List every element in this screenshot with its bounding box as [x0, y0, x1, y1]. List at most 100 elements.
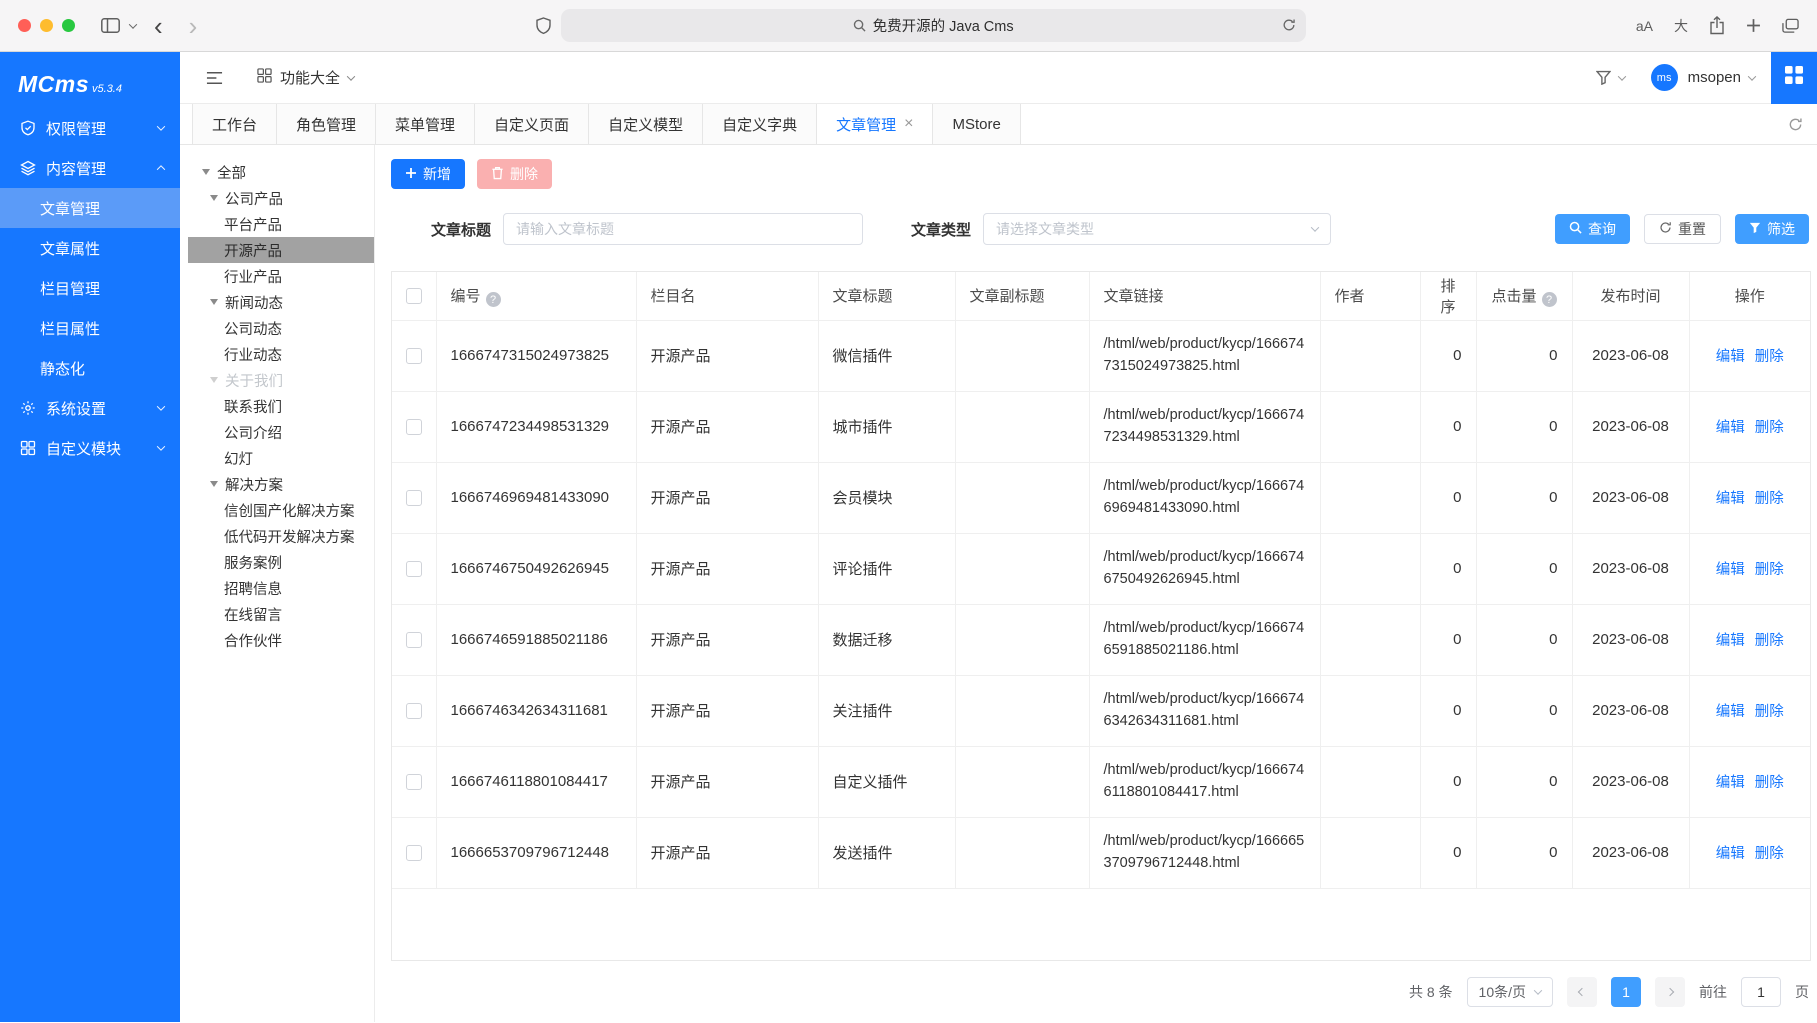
edit-link[interactable]: 编辑 — [1716, 775, 1745, 791]
column-header[interactable]: 栏目名 — [636, 272, 818, 320]
tree-node[interactable]: 信创国产化解决方案 — [180, 497, 374, 523]
search-button[interactable]: 查询 — [1555, 214, 1630, 244]
edit-link[interactable]: 编辑 — [1716, 420, 1745, 436]
tree-node[interactable]: 平台产品 — [180, 211, 374, 237]
sidebar-item[interactable]: 内容管理 — [0, 148, 180, 188]
sidebar-subitem[interactable]: 文章管理 — [0, 188, 180, 228]
tab[interactable]: MStore — [933, 104, 1020, 144]
tree-node[interactable]: 行业动态 — [180, 341, 374, 367]
app-menu[interactable]: 功能大全 — [257, 67, 354, 88]
delete-link[interactable]: 删除 — [1755, 562, 1784, 578]
sidebar-subitem[interactable]: 静态化 — [0, 348, 180, 388]
username[interactable]: msopen — [1688, 69, 1741, 86]
avatar[interactable]: ms — [1651, 64, 1678, 91]
delete-button[interactable]: 删除 — [477, 159, 552, 189]
row-checkbox[interactable] — [406, 774, 422, 790]
tab[interactable]: 自定义字典 — [703, 104, 817, 144]
next-page-button[interactable] — [1655, 977, 1685, 1007]
tree-node[interactable]: 公司介绍 — [180, 419, 374, 445]
new-tab-icon[interactable] — [1746, 18, 1761, 33]
tree-expand-icon[interactable] — [210, 481, 218, 487]
row-checkbox[interactable] — [406, 845, 422, 861]
tree-node[interactable]: 在线留言 — [180, 601, 374, 627]
sidebar-subitem[interactable]: 栏目属性 — [0, 308, 180, 348]
sidebar-item[interactable]: 自定义模块 — [0, 428, 180, 468]
address-bar[interactable]: 免费开源的 Java Cms — [561, 9, 1306, 42]
tab[interactable]: 工作台 — [192, 104, 277, 144]
select-all-checkbox[interactable] — [406, 288, 422, 304]
tree-node[interactable]: 低代码开发解决方案 — [180, 523, 374, 549]
apps-launcher-button[interactable] — [1771, 52, 1817, 104]
text-size-icon[interactable]: aA — [1636, 18, 1653, 34]
tab-overview-icon[interactable] — [1782, 18, 1799, 34]
row-checkbox[interactable] — [406, 490, 422, 506]
goto-page-input[interactable] — [1741, 977, 1781, 1007]
delete-link[interactable]: 删除 — [1755, 775, 1784, 791]
reload-icon[interactable] — [1282, 18, 1296, 36]
tree-node[interactable]: 合作伙伴 — [180, 627, 374, 653]
help-icon[interactable]: ? — [486, 292, 501, 307]
tree-node[interactable]: 招聘信息 — [180, 575, 374, 601]
tree-expand-icon[interactable] — [210, 377, 218, 383]
row-checkbox[interactable] — [406, 703, 422, 719]
tree-node[interactable]: 服务案例 — [180, 549, 374, 575]
filter-button[interactable]: 筛选 — [1735, 214, 1809, 244]
minimize-window-button[interactable] — [40, 19, 53, 32]
sidebar-subitem[interactable]: 栏目管理 — [0, 268, 180, 308]
translate-icon[interactable]: 大 — [1674, 16, 1688, 36]
theme-filter-icon[interactable] — [1596, 70, 1611, 85]
zoom-window-button[interactable] — [62, 19, 75, 32]
column-header[interactable]: 点击量? — [1476, 272, 1572, 320]
delete-link[interactable]: 删除 — [1755, 349, 1784, 365]
tree-node[interactable]: 行业产品 — [180, 263, 374, 289]
tab[interactable]: 菜单管理 — [376, 104, 475, 144]
tab[interactable]: 角色管理 — [277, 104, 376, 144]
tree-node[interactable]: 新闻动态 — [180, 289, 374, 315]
column-header[interactable]: 文章标题 — [818, 272, 955, 320]
tab[interactable]: 自定义页面 — [475, 104, 589, 144]
sidebar-item[interactable]: 权限管理 — [0, 108, 180, 148]
title-filter-input[interactable] — [503, 213, 863, 245]
edit-link[interactable]: 编辑 — [1716, 562, 1745, 578]
row-checkbox[interactable] — [406, 419, 422, 435]
prev-page-button[interactable] — [1567, 977, 1597, 1007]
reset-button[interactable]: 重置 — [1644, 214, 1721, 244]
refresh-tabs-icon[interactable] — [1788, 104, 1803, 144]
column-header[interactable]: 编号? — [436, 272, 636, 320]
edit-link[interactable]: 编辑 — [1716, 704, 1745, 720]
sidebar-item[interactable]: 系统设置 — [0, 388, 180, 428]
column-header[interactable]: 作者 — [1320, 272, 1420, 320]
row-checkbox[interactable] — [406, 561, 422, 577]
column-header[interactable]: 文章副标题 — [955, 272, 1089, 320]
tree-node[interactable]: 联系我们 — [180, 393, 374, 419]
edit-link[interactable]: 编辑 — [1716, 633, 1745, 649]
column-header[interactable]: 发布时间 — [1572, 272, 1689, 320]
column-header[interactable]: 排序 — [1420, 272, 1476, 320]
browser-sidebar-toggle-icon[interactable] — [101, 18, 120, 33]
tree-node[interactable]: 公司动态 — [180, 315, 374, 341]
tree-node[interactable]: 全部 — [180, 159, 374, 185]
privacy-shield-icon[interactable] — [536, 17, 551, 35]
tree-node[interactable]: 公司产品 — [180, 185, 374, 211]
page-size-select[interactable]: 10条/页 — [1467, 977, 1553, 1007]
edit-link[interactable]: 编辑 — [1716, 491, 1745, 507]
tree-expand-icon[interactable] — [202, 169, 210, 175]
delete-link[interactable]: 删除 — [1755, 846, 1784, 862]
type-filter-select[interactable]: 请选择文章类型 — [983, 213, 1331, 245]
column-header[interactable]: 文章链接 — [1089, 272, 1320, 320]
add-button[interactable]: 新增 — [391, 159, 465, 189]
delete-link[interactable]: 删除 — [1755, 491, 1784, 507]
edit-link[interactable]: 编辑 — [1716, 349, 1745, 365]
close-icon[interactable]: × — [904, 116, 913, 132]
tree-node[interactable]: 解决方案 — [180, 471, 374, 497]
close-window-button[interactable] — [18, 19, 31, 32]
back-button[interactable]: ‹ — [146, 13, 171, 39]
delete-link[interactable]: 删除 — [1755, 633, 1784, 649]
tab[interactable]: 自定义模型 — [589, 104, 703, 144]
delete-link[interactable]: 删除 — [1755, 704, 1784, 720]
menu-fold-icon[interactable] — [206, 71, 223, 85]
row-checkbox[interactable] — [406, 348, 422, 364]
row-checkbox[interactable] — [406, 632, 422, 648]
tree-node[interactable]: 开源产品 — [188, 237, 374, 263]
tree-node[interactable]: 幻灯 — [180, 445, 374, 471]
